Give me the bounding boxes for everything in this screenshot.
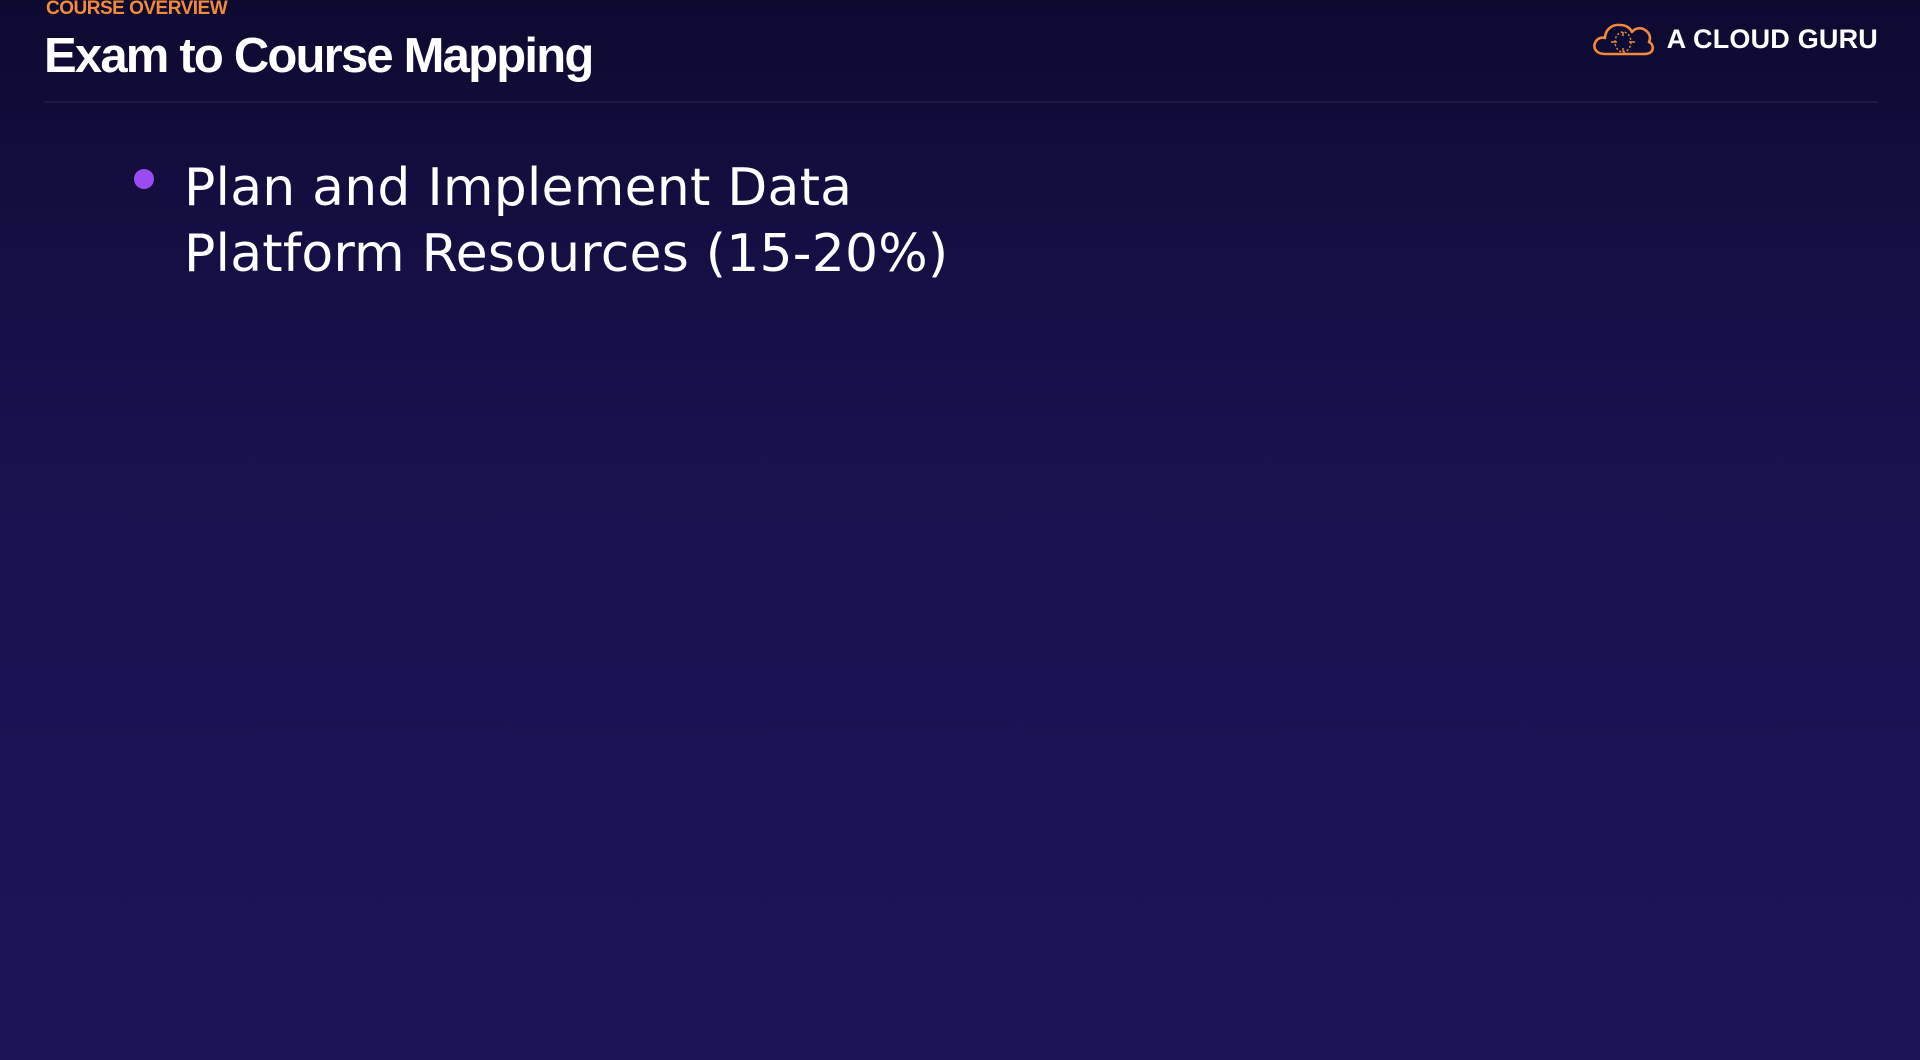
slide-title: Exam to Course Mapping: [44, 29, 594, 83]
brand-name: A CLOUD GURU: [1666, 23, 1878, 54]
cloud-logo-icon: [1592, 23, 1654, 56]
bullet-text: Plan and Implement Data Platform Resourc…: [184, 155, 1084, 287]
bullet-dot-icon: [134, 169, 154, 189]
slide: COURSE OVERVIEW Exam to Course Mapping A…: [0, 0, 1920, 1060]
bullet-list: Plan and Implement Data Platform Resourc…: [130, 155, 1084, 287]
section-label: COURSE OVERVIEW: [46, 0, 228, 19]
bullet-text-line-1: Plan and Implement Data: [184, 158, 853, 218]
bullet-text-line-2: Platform Resources (15-20%): [184, 224, 949, 284]
brand-logo-group: A CLOUD GURU: [1591, 17, 1878, 61]
slide-header: COURSE OVERVIEW Exam to Course Mapping A…: [44, 0, 1878, 103]
bullet-item: Plan and Implement Data Platform Resourc…: [130, 155, 1084, 287]
